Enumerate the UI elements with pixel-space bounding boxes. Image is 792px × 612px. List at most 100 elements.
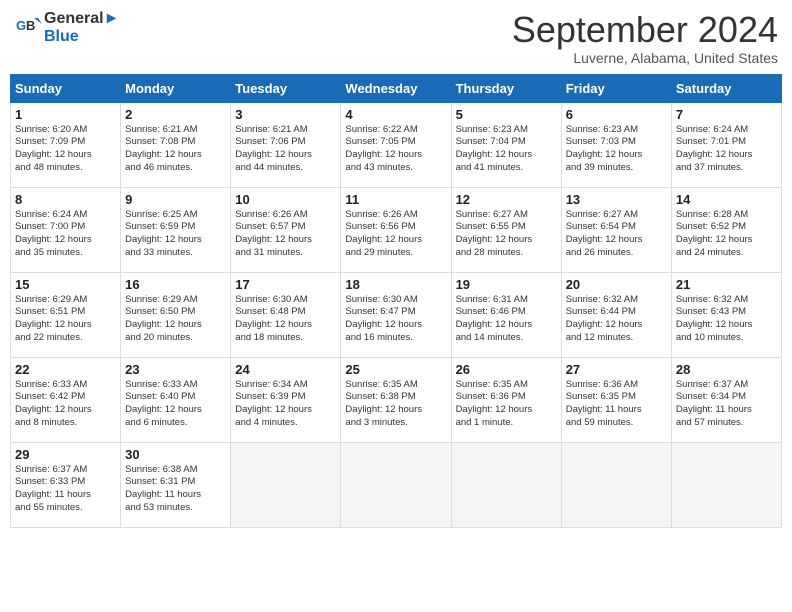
logo-icon: G B	[14, 14, 42, 42]
calendar-week-1: 1 Sunrise: 6:20 AM Sunset: 7:09 PM Daylig…	[11, 102, 782, 187]
day-number: 1	[15, 107, 116, 122]
cell-info: Sunrise: 6:37 AM Sunset: 6:33 PM Dayligh…	[15, 464, 116, 515]
calendar-cell: 21 Sunrise: 6:32 AM Sunset: 6:43 PM Dayli…	[671, 272, 781, 357]
cell-info: Sunrise: 6:20 AM Sunset: 7:09 PM Dayligh…	[15, 124, 116, 175]
day-number: 30	[125, 447, 226, 462]
calendar-cell: 12 Sunrise: 6:27 AM Sunset: 6:55 PM Dayli…	[451, 187, 561, 272]
cell-info: Sunrise: 6:29 AM Sunset: 6:50 PM Dayligh…	[125, 294, 226, 345]
calendar-cell	[671, 442, 781, 527]
calendar-cell: 7 Sunrise: 6:24 AM Sunset: 7:01 PM Daylig…	[671, 102, 781, 187]
cell-info: Sunrise: 6:36 AM Sunset: 6:35 PM Dayligh…	[566, 379, 667, 430]
calendar-cell: 1 Sunrise: 6:20 AM Sunset: 7:09 PM Daylig…	[11, 102, 121, 187]
day-number: 12	[456, 192, 557, 207]
day-number: 28	[676, 362, 777, 377]
cell-info: Sunrise: 6:21 AM Sunset: 7:08 PM Dayligh…	[125, 124, 226, 175]
cell-info: Sunrise: 6:34 AM Sunset: 6:39 PM Dayligh…	[235, 379, 336, 430]
day-number: 11	[345, 192, 446, 207]
cell-info: Sunrise: 6:27 AM Sunset: 6:54 PM Dayligh…	[566, 209, 667, 260]
calendar-cell	[451, 442, 561, 527]
cell-info: Sunrise: 6:32 AM Sunset: 6:43 PM Dayligh…	[676, 294, 777, 345]
calendar-cell: 8Sunrise: 6:24 AM Sunset: 7:00 PM Daylig…	[11, 187, 121, 272]
calendar-cell: 25 Sunrise: 6:35 AM Sunset: 6:38 PM Dayli…	[341, 357, 451, 442]
cell-info: Sunrise: 6:31 AM Sunset: 6:46 PM Dayligh…	[456, 294, 557, 345]
cell-info: Sunrise: 6:28 AM Sunset: 6:52 PM Dayligh…	[676, 209, 777, 260]
calendar-cell: 28 Sunrise: 6:37 AM Sunset: 6:34 PM Dayli…	[671, 357, 781, 442]
calendar-week-2: 8Sunrise: 6:24 AM Sunset: 7:00 PM Daylig…	[11, 187, 782, 272]
cell-info: Sunrise: 6:26 AM Sunset: 6:56 PM Dayligh…	[345, 209, 446, 260]
day-number: 15	[15, 277, 116, 292]
location: Luverne, Alabama, United States	[512, 50, 778, 66]
day-number: 20	[566, 277, 667, 292]
cell-info: Sunrise: 6:25 AM Sunset: 6:59 PM Dayligh…	[125, 209, 226, 260]
day-number: 10	[235, 192, 336, 207]
day-number: 13	[566, 192, 667, 207]
day-number: 19	[456, 277, 557, 292]
calendar-cell: 2 Sunrise: 6:21 AM Sunset: 7:08 PM Daylig…	[121, 102, 231, 187]
calendar-cell: 14 Sunrise: 6:28 AM Sunset: 6:52 PM Dayli…	[671, 187, 781, 272]
day-number: 22	[15, 362, 116, 377]
calendar-cell	[561, 442, 671, 527]
weekday-header-thursday: Thursday	[451, 74, 561, 102]
cell-info: Sunrise: 6:33 AM Sunset: 6:42 PM Dayligh…	[15, 379, 116, 430]
weekday-header-tuesday: Tuesday	[231, 74, 341, 102]
weekday-header-saturday: Saturday	[671, 74, 781, 102]
calendar-cell: 23Sunrise: 6:33 AM Sunset: 6:40 PM Dayli…	[121, 357, 231, 442]
day-number: 9	[125, 192, 226, 207]
calendar-cell: 4 Sunrise: 6:22 AM Sunset: 7:05 PM Daylig…	[341, 102, 451, 187]
page-header: G B General► Blue September 2024 Luverne…	[10, 10, 782, 66]
day-number: 6	[566, 107, 667, 122]
day-number: 29	[15, 447, 116, 462]
cell-info: Sunrise: 6:35 AM Sunset: 6:38 PM Dayligh…	[345, 379, 446, 430]
day-number: 26	[456, 362, 557, 377]
cell-info: Sunrise: 6:30 AM Sunset: 6:48 PM Dayligh…	[235, 294, 336, 345]
day-number: 3	[235, 107, 336, 122]
calendar-week-4: 22 Sunrise: 6:33 AM Sunset: 6:42 PM Dayli…	[11, 357, 782, 442]
calendar-cell	[231, 442, 341, 527]
cell-info: Sunrise: 6:26 AM Sunset: 6:57 PM Dayligh…	[235, 209, 336, 260]
cell-info: Sunrise: 6:29 AM Sunset: 6:51 PM Dayligh…	[15, 294, 116, 345]
cell-info: Sunrise: 6:23 AM Sunset: 7:03 PM Dayligh…	[566, 124, 667, 175]
cell-info: Sunrise: 6:21 AM Sunset: 7:06 PM Dayligh…	[235, 124, 336, 175]
weekday-header-sunday: Sunday	[11, 74, 121, 102]
cell-info: Sunrise: 6:35 AM Sunset: 6:36 PM Dayligh…	[456, 379, 557, 430]
calendar-cell: 10 Sunrise: 6:26 AM Sunset: 6:57 PM Dayli…	[231, 187, 341, 272]
weekday-header-friday: Friday	[561, 74, 671, 102]
calendar-cell: 15 Sunrise: 6:29 AM Sunset: 6:51 PM Dayli…	[11, 272, 121, 357]
calendar-cell: 5Sunrise: 6:23 AM Sunset: 7:04 PM Daylig…	[451, 102, 561, 187]
calendar-cell: 26 Sunrise: 6:35 AM Sunset: 6:36 PM Dayli…	[451, 357, 561, 442]
svg-text:G: G	[16, 18, 26, 33]
cell-info: Sunrise: 6:24 AM Sunset: 7:00 PM Dayligh…	[15, 209, 116, 260]
calendar-cell: 22 Sunrise: 6:33 AM Sunset: 6:42 PM Dayli…	[11, 357, 121, 442]
day-number: 14	[676, 192, 777, 207]
day-number: 18	[345, 277, 446, 292]
day-number: 16	[125, 277, 226, 292]
title-block: September 2024 Luverne, Alabama, United …	[512, 10, 778, 66]
calendar-week-3: 15 Sunrise: 6:29 AM Sunset: 6:51 PM Dayli…	[11, 272, 782, 357]
calendar-cell: 20 Sunrise: 6:32 AM Sunset: 6:44 PM Dayli…	[561, 272, 671, 357]
day-number: 23	[125, 362, 226, 377]
day-number: 7	[676, 107, 777, 122]
calendar-cell: 30 Sunrise: 6:38 AM Sunset: 6:31 PM Dayli…	[121, 442, 231, 527]
cell-info: Sunrise: 6:22 AM Sunset: 7:05 PM Dayligh…	[345, 124, 446, 175]
weekday-header-row: SundayMondayTuesdayWednesdayThursdayFrid…	[11, 74, 782, 102]
calendar-cell: 9 Sunrise: 6:25 AM Sunset: 6:59 PM Daylig…	[121, 187, 231, 272]
day-number: 21	[676, 277, 777, 292]
calendar-cell: 3 Sunrise: 6:21 AM Sunset: 7:06 PM Daylig…	[231, 102, 341, 187]
month-title: September 2024	[512, 10, 778, 50]
calendar-cell: 11 Sunrise: 6:26 AM Sunset: 6:56 PM Dayli…	[341, 187, 451, 272]
cell-info: Sunrise: 6:38 AM Sunset: 6:31 PM Dayligh…	[125, 464, 226, 515]
day-number: 25	[345, 362, 446, 377]
calendar-cell: 16 Sunrise: 6:29 AM Sunset: 6:50 PM Dayli…	[121, 272, 231, 357]
day-number: 27	[566, 362, 667, 377]
calendar-cell: 17Sunrise: 6:30 AM Sunset: 6:48 PM Dayli…	[231, 272, 341, 357]
cell-info: Sunrise: 6:32 AM Sunset: 6:44 PM Dayligh…	[566, 294, 667, 345]
day-number: 2	[125, 107, 226, 122]
cell-info: Sunrise: 6:24 AM Sunset: 7:01 PM Dayligh…	[676, 124, 777, 175]
cell-info: Sunrise: 6:27 AM Sunset: 6:55 PM Dayligh…	[456, 209, 557, 260]
calendar-cell: 29 Sunrise: 6:37 AM Sunset: 6:33 PM Dayli…	[11, 442, 121, 527]
calendar-cell: 19 Sunrise: 6:31 AM Sunset: 6:46 PM Dayli…	[451, 272, 561, 357]
calendar-cell: 27 Sunrise: 6:36 AM Sunset: 6:35 PM Dayli…	[561, 357, 671, 442]
cell-info: Sunrise: 6:37 AM Sunset: 6:34 PM Dayligh…	[676, 379, 777, 430]
calendar-cell: 18Sunrise: 6:30 AM Sunset: 6:47 PM Dayli…	[341, 272, 451, 357]
day-number: 4	[345, 107, 446, 122]
